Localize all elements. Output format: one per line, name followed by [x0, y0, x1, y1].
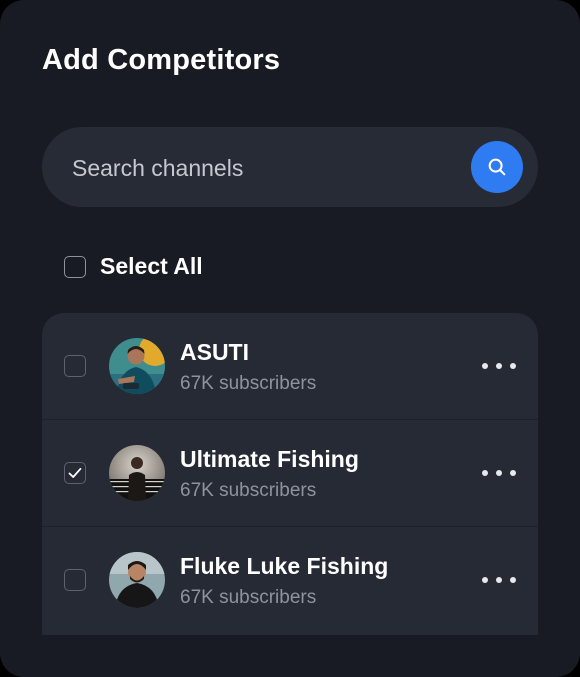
- select-all: Select All: [64, 253, 203, 280]
- channel-avatar: [109, 445, 165, 501]
- channel-name: Ultimate Fishing: [180, 446, 359, 472]
- channel-list: ASUTI 67K subscribers Ultimate Fishing 6…: [42, 313, 538, 635]
- channel-avatar: [109, 552, 165, 608]
- channel-subscribers: 67K subscribers: [180, 587, 317, 608]
- panel-title: Add Competitors: [42, 44, 281, 76]
- channel-row[interactable]: Fluke Luke Fishing 67K subscribers: [42, 527, 538, 633]
- channel-name: Fluke Luke Fishing: [180, 553, 389, 579]
- channel-avatar: [109, 338, 165, 394]
- channel-checkbox[interactable]: [64, 462, 86, 484]
- search-icon: [488, 158, 506, 176]
- channel-checkbox[interactable]: [64, 355, 86, 377]
- channel-row[interactable]: Ultimate Fishing 67K subscribers: [42, 420, 538, 526]
- channel-checkbox[interactable]: [64, 569, 86, 591]
- channel-subscribers: 67K subscribers: [180, 373, 317, 394]
- search-bar: [42, 127, 538, 207]
- channel-name: ASUTI: [180, 339, 249, 365]
- more-horizontal-icon[interactable]: [482, 355, 516, 377]
- select-all-checkbox[interactable]: [64, 255, 86, 278]
- channel-row[interactable]: ASUTI 67K subscribers: [42, 313, 538, 419]
- search-input[interactable]: [70, 147, 454, 189]
- search-button[interactable]: [471, 141, 523, 193]
- more-horizontal-icon[interactable]: [482, 569, 516, 591]
- add-competitors-panel: Add Competitors Select All: [0, 0, 580, 677]
- select-all-label: Select All: [100, 253, 203, 279]
- channel-subscribers: 67K subscribers: [180, 480, 317, 501]
- check-icon: [68, 467, 82, 478]
- more-horizontal-icon[interactable]: [482, 462, 516, 484]
